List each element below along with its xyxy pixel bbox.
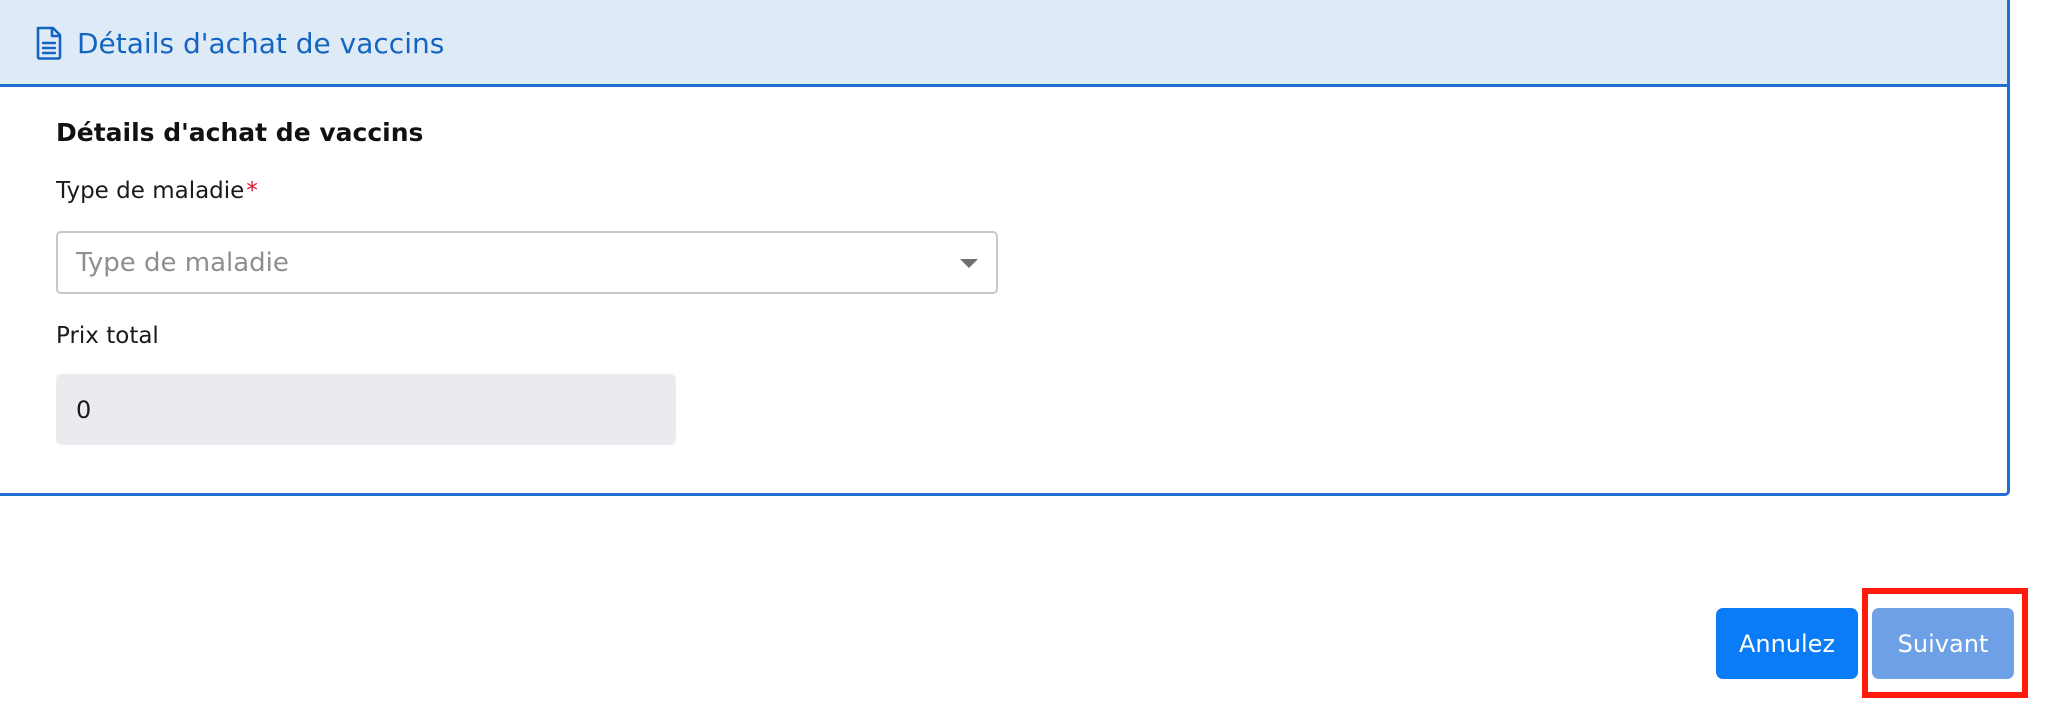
total-price-field: 0 — [56, 374, 676, 445]
total-price-label: Prix total — [56, 323, 159, 349]
disease-type-select[interactable]: Type de maladie — [56, 231, 998, 294]
card-title: Détails d'achat de vaccins — [77, 27, 445, 60]
section-title: Détails d'achat de vaccins — [56, 118, 424, 147]
disease-type-placeholder: Type de maladie — [76, 247, 289, 278]
cancel-button[interactable]: Annulez — [1716, 608, 1858, 679]
disease-type-label-text: Type de maladie — [56, 178, 245, 204]
disease-type-label: Type de maladie* — [56, 178, 258, 204]
document-icon — [35, 26, 63, 60]
next-button[interactable]: Suivant — [1872, 608, 2014, 679]
required-marker: * — [246, 178, 258, 204]
total-price-value: 0 — [76, 395, 92, 424]
card-header: Détails d'achat de vaccins — [0, 0, 2007, 87]
chevron-down-icon — [960, 259, 978, 268]
page: Détails d'achat de vaccins Détails d'ach… — [0, 0, 2048, 704]
